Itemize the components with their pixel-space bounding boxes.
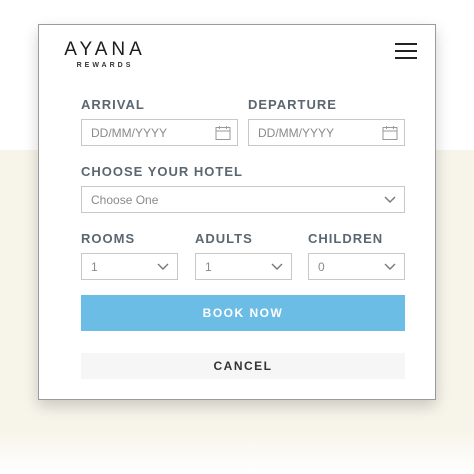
logo-subtitle: REWARDS: [76, 62, 134, 69]
adults-select-value: 1: [205, 260, 212, 274]
chevron-down-icon: [271, 263, 283, 270]
chevron-down-icon: [384, 263, 396, 270]
departure-date-field[interactable]: DD/MM/YYYY: [248, 119, 405, 146]
arrival-placeholder: DD/MM/YYYY: [91, 126, 168, 140]
chevron-down-icon: [157, 263, 169, 270]
arrival-label: ARRIVAL: [81, 97, 145, 112]
hamburger-menu-icon[interactable]: [395, 43, 417, 61]
page-backdrop-fade: [0, 430, 474, 474]
arrival-date-field[interactable]: DD/MM/YYYY: [81, 119, 238, 146]
departure-label: DEPARTURE: [248, 97, 337, 112]
ayana-rewards-logo[interactable]: AYANA REWARDS: [59, 39, 151, 71]
book-now-button[interactable]: BOOK NOW: [81, 295, 405, 331]
rooms-label: ROOMS: [81, 231, 136, 246]
children-select[interactable]: 0: [308, 253, 405, 280]
departure-placeholder: DD/MM/YYYY: [258, 126, 335, 140]
adults-label: ADULTS: [195, 231, 253, 246]
rooms-select-value: 1: [91, 260, 98, 274]
logo-name: AYANA: [64, 39, 146, 60]
rooms-select[interactable]: 1: [81, 253, 178, 280]
hotel-label: CHOOSE YOUR HOTEL: [81, 164, 243, 179]
chevron-down-icon: [384, 196, 396, 203]
cancel-button[interactable]: CANCEL: [81, 353, 405, 379]
hotel-select-value: Choose One: [91, 193, 159, 207]
calendar-icon[interactable]: [382, 125, 398, 141]
children-select-value: 0: [318, 260, 325, 274]
hotel-select[interactable]: Choose One: [81, 186, 405, 213]
children-label: CHILDREN: [308, 231, 384, 246]
adults-select[interactable]: 1: [195, 253, 292, 280]
booking-card: AYANA REWARDS ARRIVAL DD/MM/YYYY DEPARTU…: [38, 24, 436, 400]
calendar-icon[interactable]: [215, 125, 231, 141]
